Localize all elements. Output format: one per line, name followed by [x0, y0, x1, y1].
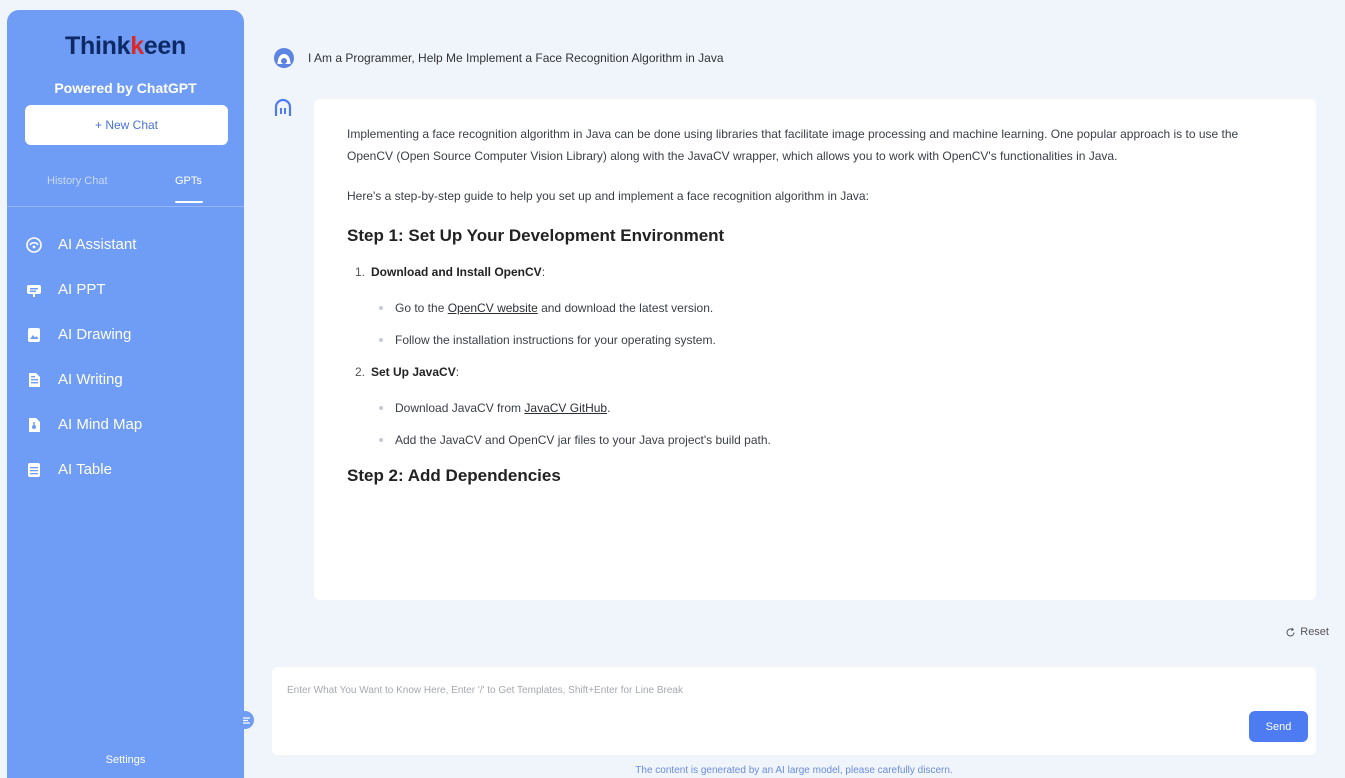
message-input[interactable]: [287, 681, 1187, 699]
bullet-item: Go to the OpenCV website and download th…: [371, 297, 1286, 319]
powered-by-label: Powered by ChatGPT: [54, 80, 197, 96]
reset-icon: [1286, 627, 1295, 636]
active-tab-indicator: [175, 201, 203, 203]
mind-map-icon: [25, 416, 43, 434]
sidebar-item-label: AI Writing: [58, 371, 123, 388]
tab-history-chat[interactable]: History Chat: [47, 175, 108, 187]
bullet-list: Go to the OpenCV website and download th…: [371, 297, 1286, 351]
list-number: 1.: [355, 265, 366, 279]
reset-button[interactable]: Reset: [1285, 626, 1329, 638]
collapse-icon: [242, 716, 250, 724]
sidebar-tabs: History Chat GPTs: [7, 175, 244, 205]
ordered-list-item: 1. Download and Install OpenCV:: [355, 261, 1286, 283]
settings-link[interactable]: Settings: [7, 754, 244, 766]
bullet-dot: [379, 306, 383, 310]
sidebar-item-label: AI PPT: [58, 281, 106, 298]
bullet-dot: [379, 438, 383, 442]
tabs-divider: [7, 206, 244, 207]
assistant-avatar-icon: [274, 98, 292, 116]
list-item-title: Set Up JavaCV: [371, 365, 456, 379]
assistant-answer-card: Implementing a face recognition algorith…: [314, 99, 1316, 600]
sidebar-item-ai-ppt[interactable]: AI PPT: [7, 267, 244, 312]
brand-left: Think: [65, 32, 131, 60]
bullet-text: Go to the: [395, 301, 448, 315]
brand-accent: k: [130, 32, 144, 60]
new-chat-label: + New Chat: [94, 118, 159, 132]
sidebar: Thinkkeen Powered by ChatGPT + New Chat …: [7, 10, 244, 778]
step2-heading: Step 2: Add Dependencies: [347, 466, 561, 485]
sidebar-item-label: AI Mind Map: [58, 416, 143, 433]
list-number: 2.: [355, 365, 366, 379]
ppt-icon: [25, 281, 43, 299]
bullet-item: Add the JavaCV and OpenCV jar files to y…: [371, 429, 1286, 451]
answer-guide-intro: Here's a step-by-step guide to help you …: [347, 189, 869, 203]
user-question-text: I Am a Programmer, Help Me Implement a F…: [308, 51, 724, 65]
sidebar-menu: AI Assistant AI PPT AI Drawing AI Writin…: [7, 222, 244, 492]
message-input-box: Send: [272, 667, 1316, 755]
brand-logo: Thinkkeen: [7, 32, 244, 61]
bullet-text: Download JavaCV from: [395, 401, 525, 415]
sidebar-item-label: AI Assistant: [58, 236, 137, 253]
bullet-text: Follow the installation instructions for…: [395, 333, 716, 347]
bullet-text: .: [607, 401, 611, 415]
bullet-dot: [379, 338, 383, 342]
user-avatar-icon: [274, 48, 294, 68]
assistant-icon: [25, 236, 43, 254]
brand-right: een: [143, 32, 186, 60]
sidebar-item-ai-drawing[interactable]: AI Drawing: [7, 312, 244, 357]
user-question-row: I Am a Programmer, Help Me Implement a F…: [273, 47, 724, 69]
bullet-dot: [379, 406, 383, 410]
ordered-list-item: 2. Set Up JavaCV:: [355, 361, 1286, 383]
list-item-suffix: :: [541, 265, 546, 279]
sidebar-item-label: AI Drawing: [58, 326, 132, 343]
sidebar-item-ai-mind-map[interactable]: AI Mind Map: [7, 402, 244, 447]
collapse-sidebar-button[interactable]: [238, 711, 254, 729]
opencv-website-link[interactable]: OpenCV website: [448, 301, 538, 315]
tab-gpts[interactable]: GPTs: [175, 175, 202, 187]
bullet-text: and download the latest version.: [537, 301, 714, 315]
table-icon: [25, 461, 43, 479]
answer-intro: Implementing a face recognition algorith…: [347, 127, 1239, 163]
new-chat-button[interactable]: + New Chat: [25, 105, 228, 145]
ai-disclaimer: The content is generated by an AI large …: [635, 765, 953, 776]
bullet-list: Download JavaCV from JavaCV GitHub. Add …: [371, 397, 1286, 451]
sidebar-item-label: AI Table: [58, 461, 112, 478]
drawing-icon: [25, 326, 43, 344]
writing-icon: [25, 371, 43, 389]
step1-heading: Step 1: Set Up Your Development Environm…: [347, 226, 725, 245]
bullet-text: Add the JavaCV and OpenCV jar files to y…: [395, 433, 771, 447]
bullet-item: Download JavaCV from JavaCV GitHub.: [371, 397, 1286, 419]
sidebar-item-ai-writing[interactable]: AI Writing: [7, 357, 244, 402]
bullet-item: Follow the installation instructions for…: [371, 329, 1286, 351]
sidebar-item-ai-table[interactable]: AI Table: [7, 447, 244, 492]
sidebar-item-ai-assistant[interactable]: AI Assistant: [7, 222, 244, 267]
reset-label: Reset: [1300, 626, 1329, 638]
javacv-github-link[interactable]: JavaCV GitHub: [524, 401, 607, 415]
list-item-title: Download and Install OpenCV: [371, 265, 542, 279]
list-item-suffix: :: [455, 365, 460, 379]
send-button[interactable]: Send: [1249, 711, 1308, 742]
